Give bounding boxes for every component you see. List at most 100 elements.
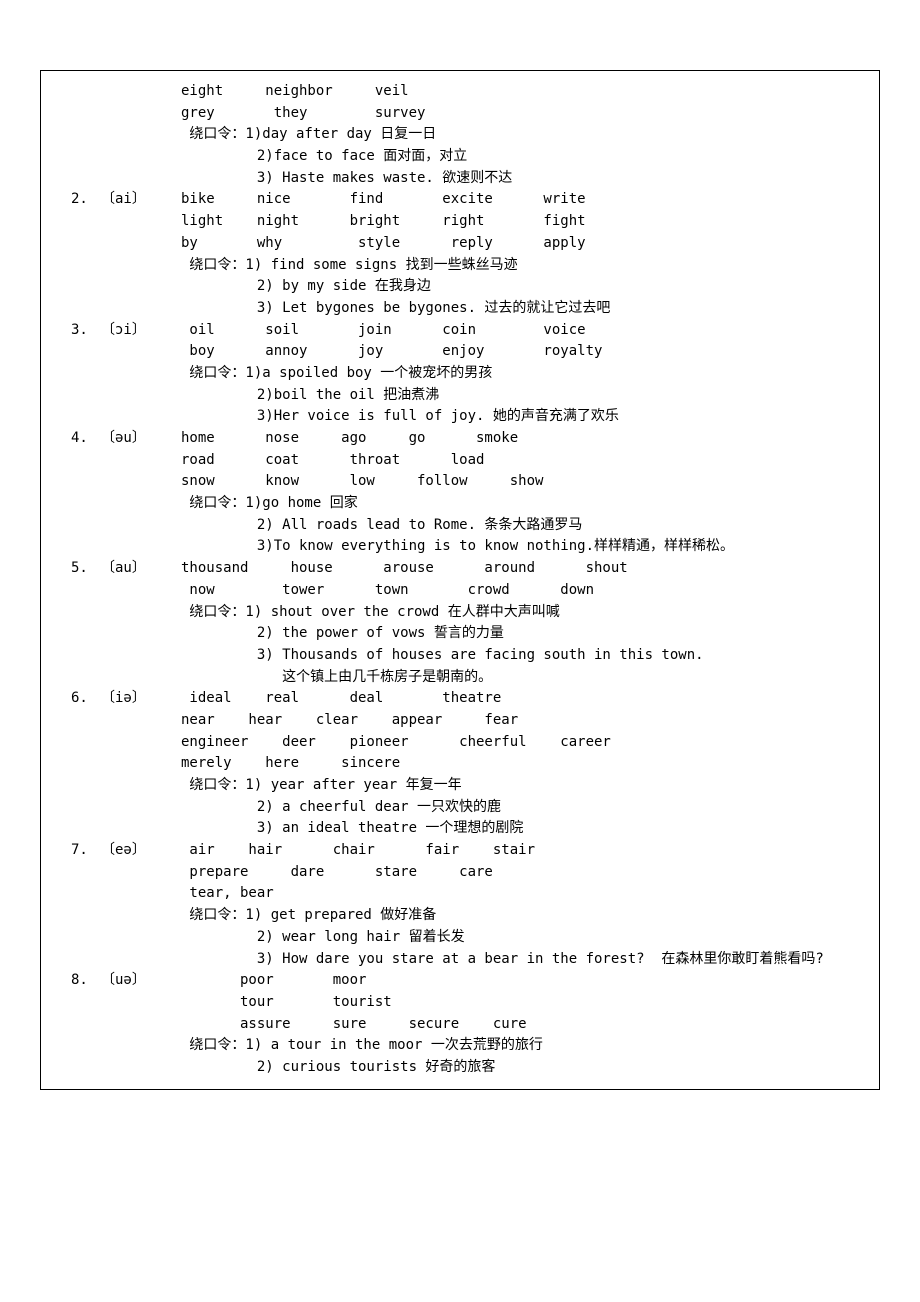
text-line: 6.〔iə〕 ideal real deal theatre: [41, 688, 879, 710]
line-text: 3) Thousands of houses are facing south …: [181, 647, 704, 663]
line-text: 2) wear long hair 留着长发: [181, 929, 465, 945]
text-line: 2) a cheerful dear 一只欢快的鹿: [41, 797, 879, 819]
line-text: 2) by my side 在我身边: [181, 278, 431, 294]
line-text: 绕口令：1)day after day 日复一日: [181, 126, 436, 142]
line-text: boy annoy joy enjoy royalty: [181, 343, 602, 359]
text-line: 3.〔ɔi〕 oil soil join coin voice: [41, 320, 879, 342]
line-text: 这个镇上由几千栋房子是朝南的。: [181, 669, 492, 685]
text-line: 绕口令：1) year after year 年复一年: [41, 775, 879, 797]
line-text: road coat throat load: [181, 452, 484, 468]
line-text: 2)face to face 面对面，对立: [181, 148, 467, 164]
text-line: 绕口令：1) get prepared 做好准备: [41, 905, 879, 927]
line-text: bike nice find excite write: [181, 191, 586, 207]
phonetic-symbol: 〔eə〕: [101, 840, 181, 862]
text-line: 2.〔ai〕bike nice find excite write: [41, 189, 879, 211]
section-number: 2.: [71, 189, 101, 211]
phonetic-symbol: 〔əu〕: [101, 428, 181, 450]
text-line: 2)face to face 面对面，对立: [41, 146, 879, 168]
text-line: 绕口令：1)day after day 日复一日: [41, 124, 879, 146]
text-line: light night bright right fight: [41, 211, 879, 233]
phonetic-symbol: 〔iə〕: [101, 688, 181, 710]
text-line: 3) Let bygones be bygones. 过去的就让它过去吧: [41, 298, 879, 320]
line-text: 绕口令：1) find some signs 找到一些蛛丝马迹: [181, 257, 518, 273]
section-number: 5.: [71, 558, 101, 580]
text-line: 2) wear long hair 留着长发: [41, 927, 879, 949]
text-line: 3) Haste makes waste. 欲速则不达: [41, 168, 879, 190]
text-line: merely here sincere: [41, 753, 879, 775]
text-line: snow know low follow show: [41, 471, 879, 493]
text-line: 这个镇上由几千栋房子是朝南的。: [41, 667, 879, 689]
line-text: 3) How dare you stare at a bear in the f…: [181, 951, 824, 967]
line-text: light night bright right fight: [181, 213, 586, 229]
line-text: 3) Let bygones be bygones. 过去的就让它过去吧: [181, 300, 610, 316]
line-text: merely here sincere: [181, 755, 400, 771]
line-text: 2) curious tourists 好奇的旅客: [181, 1059, 495, 1075]
line-text: 2) All roads lead to Rome. 条条大路通罗马: [181, 517, 582, 533]
line-text: 绕口令：1) a tour in the moor 一次去荒野的旅行: [181, 1037, 543, 1053]
text-line: 3) How dare you stare at a bear in the f…: [41, 949, 879, 971]
text-line: assure sure secure cure: [41, 1014, 879, 1036]
text-line: near hear clear appear fear: [41, 710, 879, 732]
phonetic-symbol: 〔uə〕: [101, 970, 181, 992]
text-line: 绕口令：1) a tour in the moor 一次去荒野的旅行: [41, 1035, 879, 1057]
line-text: now tower town crowd down: [181, 582, 594, 598]
line-text: poor moor: [181, 972, 366, 988]
text-line: 8.〔uə〕 poor moor: [41, 970, 879, 992]
section-number: 3.: [71, 320, 101, 342]
text-line: now tower town crowd down: [41, 580, 879, 602]
line-text: 绕口令：1) shout over the crowd 在人群中大声叫喊: [181, 604, 560, 620]
text-line: tour tourist: [41, 992, 879, 1014]
text-line: grey they survey: [41, 103, 879, 125]
line-text: thousand house arouse around shout: [181, 560, 628, 576]
text-line: 绕口令：1)a spoiled boy 一个被宠坏的男孩: [41, 363, 879, 385]
line-text: assure sure secure cure: [181, 1016, 527, 1032]
text-line: boy annoy joy enjoy royalty: [41, 341, 879, 363]
line-text: 3) Haste makes waste. 欲速则不达: [181, 170, 512, 186]
line-text: 绕口令：1)a spoiled boy 一个被宠坏的男孩: [181, 365, 492, 381]
text-line: engineer deer pioneer cheerful career: [41, 732, 879, 754]
line-text: 3) an ideal theatre 一个理想的剧院: [181, 820, 523, 836]
section-number: 6.: [71, 688, 101, 710]
text-line: 5.〔au〕thousand house arouse around shout: [41, 558, 879, 580]
text-line: tear, bear: [41, 883, 879, 905]
text-line: road coat throat load: [41, 450, 879, 472]
line-text: engineer deer pioneer cheerful career: [181, 734, 611, 750]
line-text: ideal real deal theatre: [181, 690, 501, 706]
line-text: air hair chair fair stair: [181, 842, 535, 858]
line-text: 3)Her voice is full of joy. 她的声音充满了欢乐: [181, 408, 619, 424]
text-line: 3)Her voice is full of joy. 她的声音充满了欢乐: [41, 406, 879, 428]
text-line: 绕口令：1)go home 回家: [41, 493, 879, 515]
line-text: tour tourist: [181, 994, 392, 1010]
text-line: 3) Thousands of houses are facing south …: [41, 645, 879, 667]
line-text: 2) a cheerful dear 一只欢快的鹿: [181, 799, 501, 815]
text-line: 2) curious tourists 好奇的旅客: [41, 1057, 879, 1079]
line-text: oil soil join coin voice: [181, 322, 586, 338]
document-page: eight neighbor veil grey they survey 绕口令：…: [40, 70, 880, 1090]
line-text: by why style reply apply: [181, 235, 586, 251]
line-text: 绕口令：1) year after year 年复一年: [181, 777, 462, 793]
text-line: 2) All roads lead to Rome. 条条大路通罗马: [41, 515, 879, 537]
text-line: 3)To know everything is to know nothing.…: [41, 536, 879, 558]
text-line: 3) an ideal theatre 一个理想的剧院: [41, 818, 879, 840]
text-line: 绕口令：1) shout over the crowd 在人群中大声叫喊: [41, 602, 879, 624]
phonetic-symbol: 〔au〕: [101, 558, 181, 580]
line-text: prepare dare stare care: [181, 864, 493, 880]
text-line: 2) the power of vows 誓言的力量: [41, 623, 879, 645]
line-text: 绕口令：1) get prepared 做好准备: [181, 907, 436, 923]
line-text: 3)To know everything is to know nothing.…: [181, 538, 734, 554]
text-line: 绕口令：1) find some signs 找到一些蛛丝马迹: [41, 255, 879, 277]
line-text: grey they survey: [181, 105, 425, 121]
line-text: 绕口令：1)go home 回家: [181, 495, 358, 511]
section-number: 4.: [71, 428, 101, 450]
section-number: 8.: [71, 970, 101, 992]
line-text: snow know low follow show: [181, 473, 543, 489]
line-text: home nose ago go smoke: [181, 430, 518, 446]
phonetic-symbol: 〔ɔi〕: [101, 320, 181, 342]
line-text: tear, bear: [181, 885, 274, 901]
line-text: 2) the power of vows 誓言的力量: [181, 625, 504, 641]
line-text: 2)boil the oil 把油煮沸: [181, 387, 439, 403]
line-text: eight neighbor veil: [181, 83, 409, 99]
text-line: 2)boil the oil 把油煮沸: [41, 385, 879, 407]
content-area: eight neighbor veil grey they survey 绕口令：…: [41, 81, 879, 1079]
text-line: 2) by my side 在我身边: [41, 276, 879, 298]
